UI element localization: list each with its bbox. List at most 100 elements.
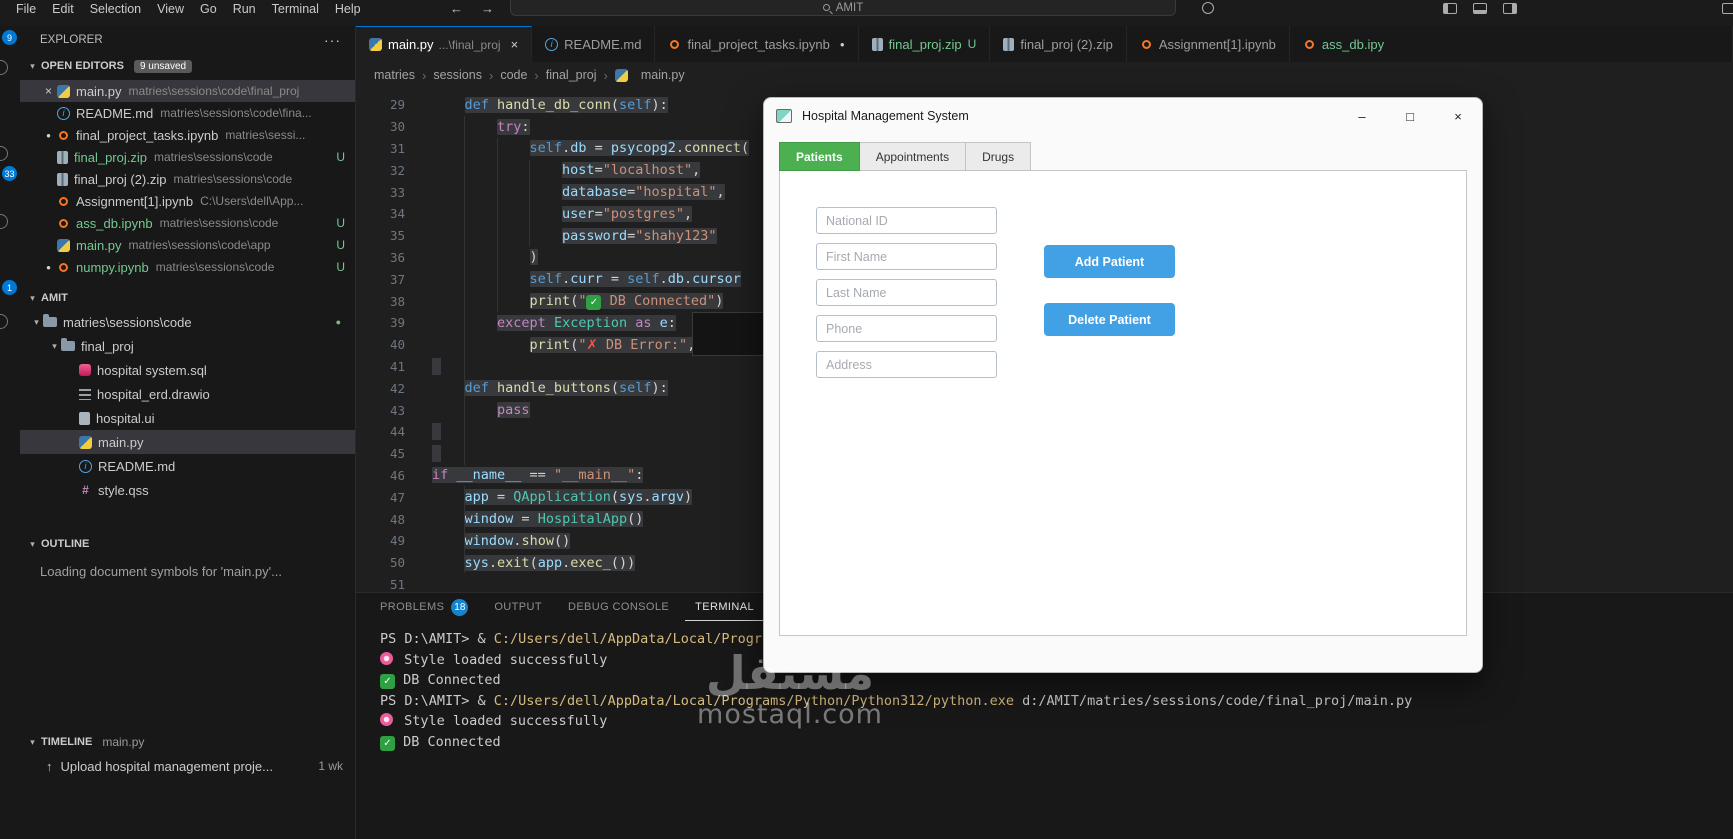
menu-selection[interactable]: Selection <box>82 2 149 16</box>
line-number: 29 <box>389 97 405 113</box>
activity-icon-partial[interactable] <box>0 146 8 161</box>
notebook-file-icon <box>59 218 68 228</box>
breadcrumb-item[interactable]: final_proj <box>546 68 597 82</box>
open-editor-item[interactable]: ● numpy.ipynb matries\sessions\code U <box>20 256 355 278</box>
breadcrumb-item[interactable]: code <box>500 68 527 82</box>
menu-run[interactable]: Run <box>225 2 264 16</box>
panel-tab-label: OUTPUT <box>494 601 542 613</box>
hospital-tab-drugs[interactable]: Drugs <box>966 142 1032 171</box>
tree-item[interactable]: hospital_erd.drawio <box>20 382 355 406</box>
line-number: 31 <box>389 140 405 156</box>
hospital-titlebar[interactable]: Hospital Management System – □ × <box>764 98 1482 134</box>
more-actions-icon[interactable]: ··· <box>324 32 341 48</box>
open-editor-item[interactable]: final_proj (2).zip matries\sessions\code <box>20 168 355 190</box>
editor-tab[interactable]: final_proj.zip U <box>858 26 991 62</box>
open-editor-item[interactable]: i README.md matries\sessions\code\fina... <box>20 102 355 124</box>
customize-layout-icon[interactable] <box>1722 3 1733 14</box>
input-last-name[interactable] <box>816 279 997 306</box>
close-icon[interactable]: × <box>40 84 57 98</box>
menu-view[interactable]: View <box>149 2 192 16</box>
hospital-content-frame: Add Patient Delete Patient <box>779 170 1467 636</box>
input-first-name[interactable] <box>816 243 997 270</box>
flower-icon <box>380 651 393 665</box>
nav-back-button[interactable]: ← <box>450 1 463 16</box>
timeline-item[interactable]: ↑ Upload hospital management proje... 1 … <box>20 754 355 778</box>
zip-file-icon <box>871 37 883 51</box>
tree-item[interactable]: hospital.ui <box>20 406 355 430</box>
editor-tab[interactable]: Assignment[1].ipynb <box>1126 26 1290 62</box>
nav-forward-button[interactable]: → <box>481 1 494 16</box>
code-text: sys.exit(app.exec_()) <box>464 554 636 571</box>
editor-tab[interactable]: ass_db.ipy <box>1289 26 1733 62</box>
tree-item[interactable]: ▾ matries\sessions\code ● <box>20 310 355 334</box>
activity-bar[interactable]: 9 33 1 <box>0 26 20 839</box>
zip-file-icon <box>1003 37 1015 51</box>
menu-edit[interactable]: Edit <box>44 2 82 16</box>
line-number: 37 <box>389 271 405 287</box>
chevron-down-icon: ▾ <box>30 60 35 71</box>
chevron-right-icon: › <box>488 67 494 83</box>
open-editors-header[interactable]: ▾ OPEN EDITORS 9 unsaved <box>20 54 355 78</box>
panel-tab-problems[interactable]: PROBLEMS 18 <box>370 593 478 621</box>
close-icon[interactable]: × <box>511 37 519 52</box>
toggle-sidebar-icon[interactable] <box>1443 3 1457 14</box>
panel-tab-terminal[interactable]: TERMINAL <box>685 593 764 621</box>
breadcrumb-item[interactable]: matries <box>374 68 415 82</box>
open-editor-item[interactable]: ass_db.ipynb matries\sessions\code U <box>20 212 355 234</box>
panel-tab-debug-console[interactable]: DEBUG CONSOLE <box>558 593 679 621</box>
input-address[interactable] <box>816 351 997 378</box>
panel-tab-output[interactable]: OUTPUT <box>484 593 552 621</box>
outline-header[interactable]: ▾ OUTLINE <box>20 532 355 556</box>
selection-stub <box>432 357 441 375</box>
code-text: if __name__ == "__main__": <box>432 467 644 484</box>
tree-item[interactable]: # style.qss <box>20 478 355 502</box>
file-path: matries\sessions\code <box>173 172 293 186</box>
input-national-id[interactable] <box>816 207 997 234</box>
open-editor-item[interactable]: final_proj.zip matries\sessions\code U <box>20 146 355 168</box>
tree-item[interactable]: ▾ final_proj <box>20 334 355 358</box>
tree-item[interactable]: i README.md <box>20 454 355 478</box>
close-button[interactable]: × <box>1434 98 1482 134</box>
file-name: style.qss <box>98 482 149 498</box>
activity-icon-partial[interactable] <box>0 314 8 329</box>
hospital-tab-patients[interactable]: Patients <box>779 142 860 171</box>
toggle-secondary-sidebar-icon[interactable] <box>1503 3 1517 14</box>
delete-patient-button[interactable]: Delete Patient <box>1044 303 1175 336</box>
editor-tab[interactable]: final_project_tasks.ipynb ● <box>655 26 859 62</box>
timeline-header[interactable]: ▾ TIMELINE main.py <box>20 730 355 754</box>
git-status-badge: U <box>967 37 977 51</box>
input-phone[interactable] <box>816 315 997 342</box>
menu-terminal[interactable]: Terminal <box>264 2 327 16</box>
tree-item[interactable]: main.py <box>20 430 355 454</box>
editor-tab[interactable]: main.py ...\final_proj × <box>356 26 533 62</box>
breadcrumb-item[interactable]: sessions <box>433 68 482 82</box>
command-center-search[interactable]: AMIT <box>510 0 1176 16</box>
open-editor-item[interactable]: main.py matries\sessions\code\app U <box>20 234 355 256</box>
unsaved-count-badge: 9 unsaved <box>133 59 193 73</box>
tree-item[interactable]: hospital system.sql <box>20 358 355 382</box>
outline-label: OUTLINE <box>41 538 90 550</box>
menu-go[interactable]: Go <box>192 2 225 16</box>
breadcrumb-item[interactable]: main.py <box>641 68 685 82</box>
tab-label: final_proj (2).zip <box>1020 36 1113 52</box>
toggle-panel-icon[interactable] <box>1473 3 1487 14</box>
activity-icon-partial[interactable] <box>0 214 8 229</box>
editor-tab[interactable]: final_proj (2).zip <box>990 26 1127 62</box>
workspace-header[interactable]: ▾ AMIT <box>20 286 355 310</box>
panel-tab-label: DEBUG CONSOLE <box>567 601 670 613</box>
activity-icon-partial[interactable] <box>0 60 8 75</box>
open-editor-item[interactable]: ● final_project_tasks.ipynb matries\sessi.… <box>20 124 355 146</box>
sidebar-title-label: EXPLORER <box>40 34 103 46</box>
copilot-icon[interactable] <box>1202 2 1214 14</box>
maximize-button[interactable]: □ <box>1386 98 1434 134</box>
tab-label: ass_db.ipy <box>1321 36 1385 52</box>
open-editor-item[interactable]: Assignment[1].ipynb C:\Users\dell\App... <box>20 190 355 212</box>
editor-tab[interactable]: i README.md <box>532 26 656 62</box>
minimize-button[interactable]: – <box>1338 98 1386 134</box>
menu-help[interactable]: Help <box>327 2 369 16</box>
menu-file[interactable]: File <box>8 2 44 16</box>
add-patient-button[interactable]: Add Patient <box>1044 245 1175 278</box>
open-editor-item[interactable]: × main.py matries\sessions\code\final_proj <box>20 80 355 102</box>
hospital-tab-appointments[interactable]: Appointments <box>859 142 967 171</box>
terminal-text: Style loaded successfully <box>396 713 608 729</box>
